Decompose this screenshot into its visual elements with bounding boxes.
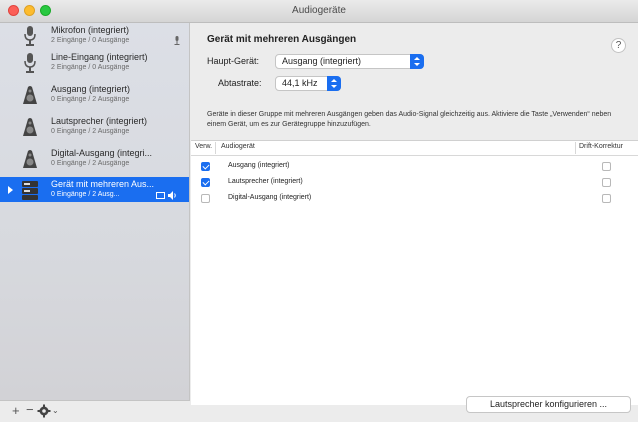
column-separator xyxy=(215,142,216,154)
table-row: Digital-Ausgang (integriert) xyxy=(191,191,638,206)
device-table: Verw. Audiogerät Drift-Korrektur Ausgang… xyxy=(191,140,638,405)
configure-speakers-button[interactable]: Lautsprecher konfigurieren ... xyxy=(466,396,631,413)
use-checkbox[interactable] xyxy=(201,194,210,203)
device-channels: 2 Eingänge / 0 Ausgänge xyxy=(51,37,130,44)
multi-output-icon xyxy=(22,181,38,200)
row-device-name: Ausgang (integriert) xyxy=(228,162,290,169)
device-detail-pane: Gerät mit mehreren Ausgängen ? Haupt-Ger… xyxy=(191,23,638,422)
device-name: Gerät mit mehreren Aus... xyxy=(51,179,155,189)
table-row: Lautsprecher (integriert) xyxy=(191,175,638,190)
master-device-select[interactable]: Ausgang (integriert) xyxy=(275,54,424,69)
speaker-icon xyxy=(23,150,37,168)
device-name: Digital-Ausgang (integri... xyxy=(51,148,153,158)
sidebar-item-digital-ausgang[interactable]: Digital-Ausgang (integri... 0 Eingänge /… xyxy=(0,146,189,171)
group-description: Geräte in dieser Gruppe mit mehreren Aus… xyxy=(207,111,612,128)
speaker-icon xyxy=(23,86,37,104)
sidebar-item-line-eingang[interactable]: Line-Eingang (integriert) 2 Eingänge / 0… xyxy=(0,50,189,75)
use-checkbox[interactable] xyxy=(201,162,210,171)
device-channels: 0 Eingänge / 2 Ausgänge xyxy=(51,160,130,167)
row-device-name: Digital-Ausgang (integriert) xyxy=(228,194,312,201)
title-bar: Audiogeräte xyxy=(0,0,638,23)
sample-rate-label: Abtastrate: xyxy=(218,78,262,88)
window-title: Audiogeräte xyxy=(292,5,346,16)
speaker-icon xyxy=(23,118,37,136)
device-sidebar: Mikrofon (integriert) 2 Eingänge / 0 Aus… xyxy=(0,23,190,400)
drift-checkbox[interactable] xyxy=(602,194,611,203)
disclosure-triangle-icon[interactable] xyxy=(8,186,13,194)
system-output-icon xyxy=(156,192,165,199)
sidebar-item-multi-output[interactable]: Gerät mit mehreren Aus... 0 Eingänge / 2… xyxy=(0,177,189,202)
drift-checkbox[interactable] xyxy=(602,178,611,187)
sidebar-item-lautsprecher[interactable]: Lautsprecher (integriert) 0 Eingänge / 2… xyxy=(0,114,189,139)
sample-rate-value: 44,1 kHz xyxy=(282,78,318,88)
device-heading: Gerät mit mehreren Ausgängen xyxy=(207,34,357,45)
use-checkbox[interactable] xyxy=(201,178,210,187)
default-output-icon xyxy=(168,191,176,200)
line-in-icon xyxy=(24,53,36,73)
device-channels: 0 Eingänge / 2 Ausg... xyxy=(51,191,120,198)
master-device-value: Ausgang (integriert) xyxy=(282,56,362,66)
remove-device-button[interactable]: − xyxy=(26,402,34,417)
microphone-icon xyxy=(24,26,36,46)
sidebar-item-mikrofon[interactable]: Mikrofon (integriert) 2 Eingänge / 0 Aus… xyxy=(0,23,189,48)
table-header: Verw. Audiogerät Drift-Korrektur xyxy=(191,141,638,156)
help-button[interactable]: ? xyxy=(611,38,626,53)
sidebar-item-ausgang[interactable]: Ausgang (integriert) 0 Eingänge / 2 Ausg… xyxy=(0,82,189,107)
device-channels: 0 Eingänge / 2 Ausgänge xyxy=(51,96,130,103)
gear-icon[interactable] xyxy=(37,404,51,418)
audio-devices-window: Audiogeräte Mikrofon (integriert) 2 Eing… xyxy=(0,0,638,422)
popup-arrows-icon xyxy=(410,54,424,69)
column-separator xyxy=(575,142,576,154)
popup-arrows-icon xyxy=(327,76,341,91)
row-device-name: Lautsprecher (integriert) xyxy=(228,178,303,185)
table-row: Ausgang (integriert) xyxy=(191,159,638,174)
device-channels: 0 Eingänge / 2 Ausgänge xyxy=(51,128,130,135)
device-name: Lautsprecher (integriert) xyxy=(51,116,148,126)
master-device-label: Haupt-Gerät: xyxy=(207,56,260,66)
device-name: Ausgang (integriert) xyxy=(51,84,131,94)
column-drift-correction[interactable]: Drift-Korrektur xyxy=(579,143,623,150)
device-name: Mikrofon (integriert) xyxy=(51,25,130,35)
drift-checkbox[interactable] xyxy=(602,162,611,171)
column-audio-device[interactable]: Audiogerät xyxy=(221,143,255,150)
chevron-down-icon[interactable]: ⌄ xyxy=(52,406,59,415)
sample-rate-select[interactable]: 44,1 kHz xyxy=(275,76,341,91)
device-channels: 2 Eingänge / 0 Ausgänge xyxy=(51,64,130,71)
default-input-icon xyxy=(174,36,180,45)
column-use[interactable]: Verw. xyxy=(195,143,212,150)
device-name: Line-Eingang (integriert) xyxy=(51,52,148,62)
sidebar-footer: + − ⌄ xyxy=(0,400,190,422)
add-device-button[interactable]: + xyxy=(12,403,20,418)
